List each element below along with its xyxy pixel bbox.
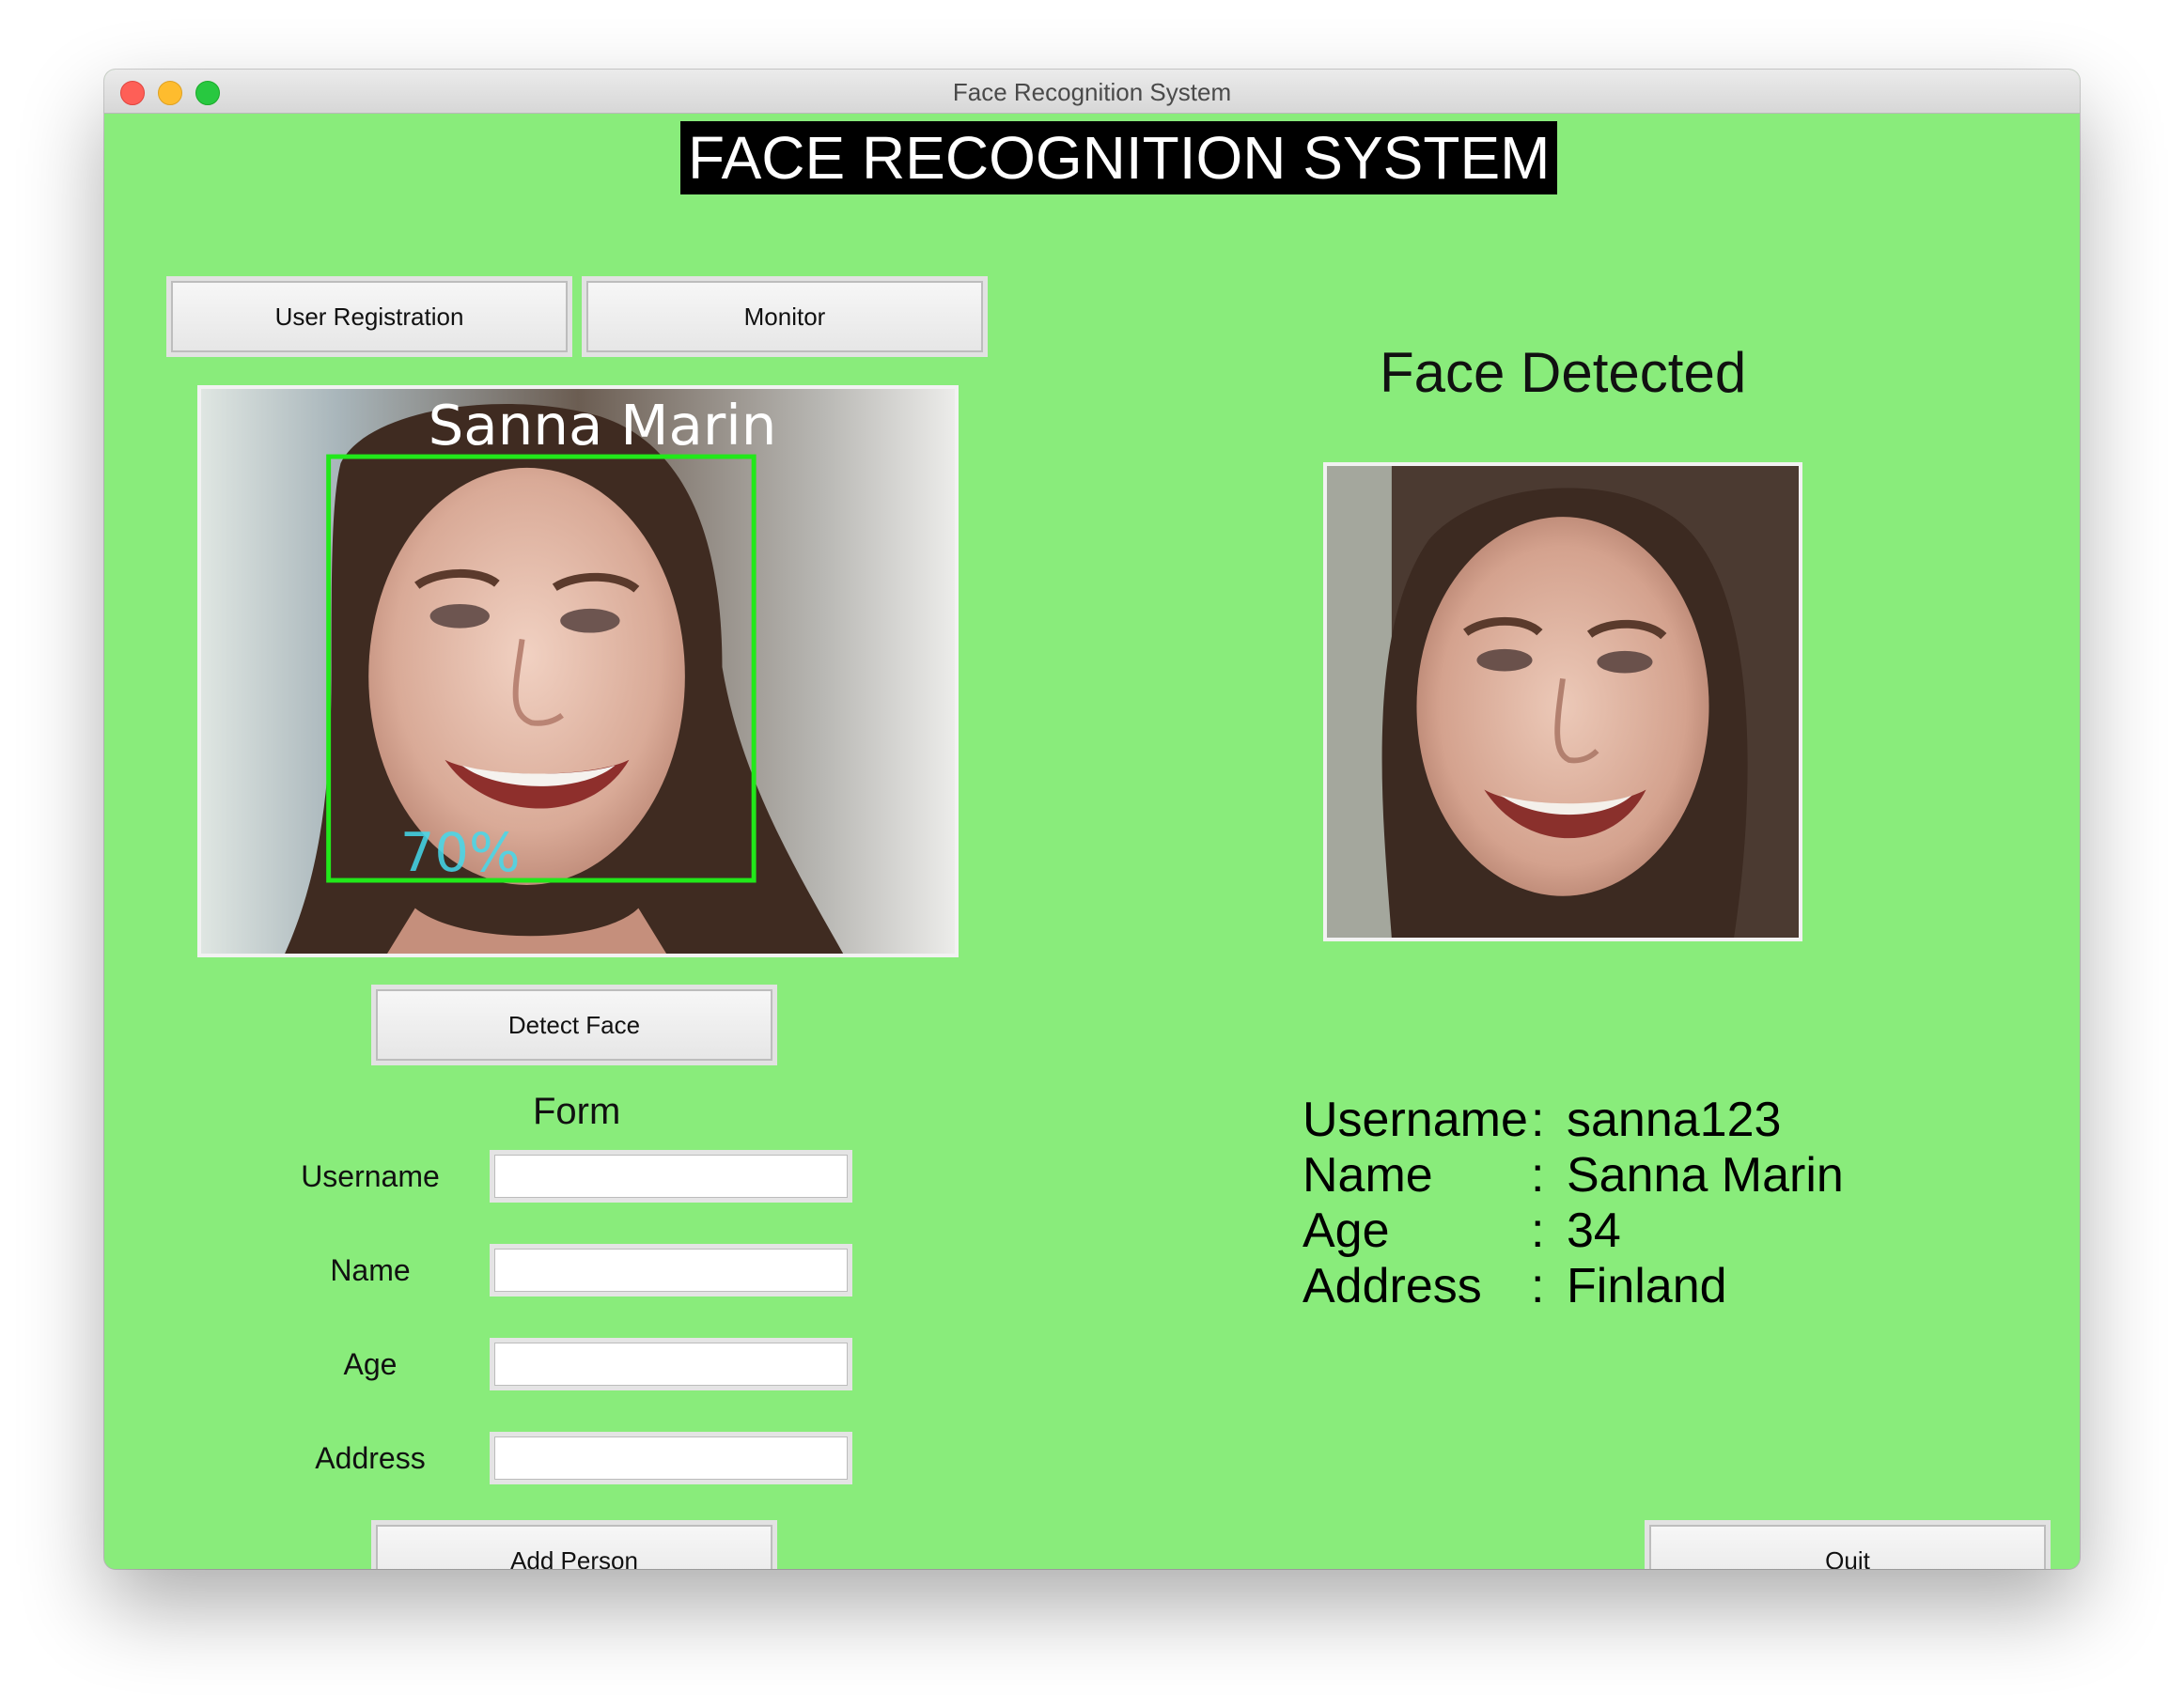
username-input[interactable]: [490, 1150, 852, 1203]
main-content: FACE RECOGNITION SYSTEM User Registratio…: [104, 114, 2080, 1569]
user-registration-button[interactable]: User Registration: [166, 276, 572, 357]
detect-face-button[interactable]: Detect Face: [371, 985, 777, 1065]
result-key: Name: [1303, 1148, 1433, 1203]
result-colon: :: [1531, 1148, 1545, 1203]
result-value: Finland: [1567, 1259, 1727, 1313]
quit-button[interactable]: Quit: [1645, 1520, 2051, 1569]
result-colon: :: [1531, 1203, 1545, 1258]
camera-feed-image: Sanna Marin 70%: [197, 385, 959, 957]
matched-left-eye: [1476, 648, 1533, 672]
recognized-name-overlay: Sanna Marin: [429, 393, 777, 458]
result-colon: :: [1531, 1093, 1545, 1147]
result-row-username: Username: sanna123: [1303, 1092, 1781, 1148]
result-key: Address: [1303, 1259, 1482, 1313]
form-title: Form: [533, 1091, 621, 1132]
matched-right-eye: [1597, 650, 1653, 674]
address-input[interactable]: [490, 1432, 852, 1484]
result-colon: :: [1531, 1259, 1545, 1313]
left-eye: [429, 603, 490, 629]
app-window: Face Recognition System FACE RECOGNITION…: [104, 70, 2080, 1569]
result-key: Username: [1303, 1093, 1528, 1147]
add-person-button[interactable]: Add Person: [371, 1520, 777, 1569]
camera-frame: Sanna Marin 70%: [201, 389, 955, 954]
result-key: Age: [1303, 1203, 1390, 1258]
monitor-button[interactable]: Monitor: [582, 276, 988, 357]
matched-left-wall: [1327, 466, 1392, 938]
username-label: Username: [301, 1159, 440, 1193]
result-value: sanna123: [1567, 1093, 1782, 1147]
window-title: Face Recognition System: [952, 78, 1232, 106]
result-value: Sanna Marin: [1567, 1148, 1844, 1203]
right-eye: [560, 608, 620, 633]
title-bar: Face Recognition System: [104, 70, 2080, 114]
age-label: Age: [343, 1347, 398, 1381]
name-input[interactable]: [490, 1244, 852, 1297]
app-heading: FACE RECOGNITION SYSTEM: [680, 121, 1558, 194]
result-row-age: Age:34: [1303, 1203, 1621, 1259]
detection-status: Face Detected: [1380, 341, 1747, 404]
address-label: Address: [315, 1441, 426, 1475]
confidence-overlay: 70%: [400, 821, 521, 884]
matched-face-image: [1323, 462, 1802, 941]
age-input[interactable]: [490, 1338, 852, 1390]
result-row-address: Address: Finland: [1303, 1258, 1727, 1314]
matched-face-frame: [1327, 466, 1799, 938]
matched-face: [1416, 517, 1709, 896]
name-label: Name: [330, 1253, 411, 1287]
result-value: 34: [1567, 1203, 1621, 1258]
result-row-name: Name: Sanna Marin: [1303, 1147, 1844, 1203]
